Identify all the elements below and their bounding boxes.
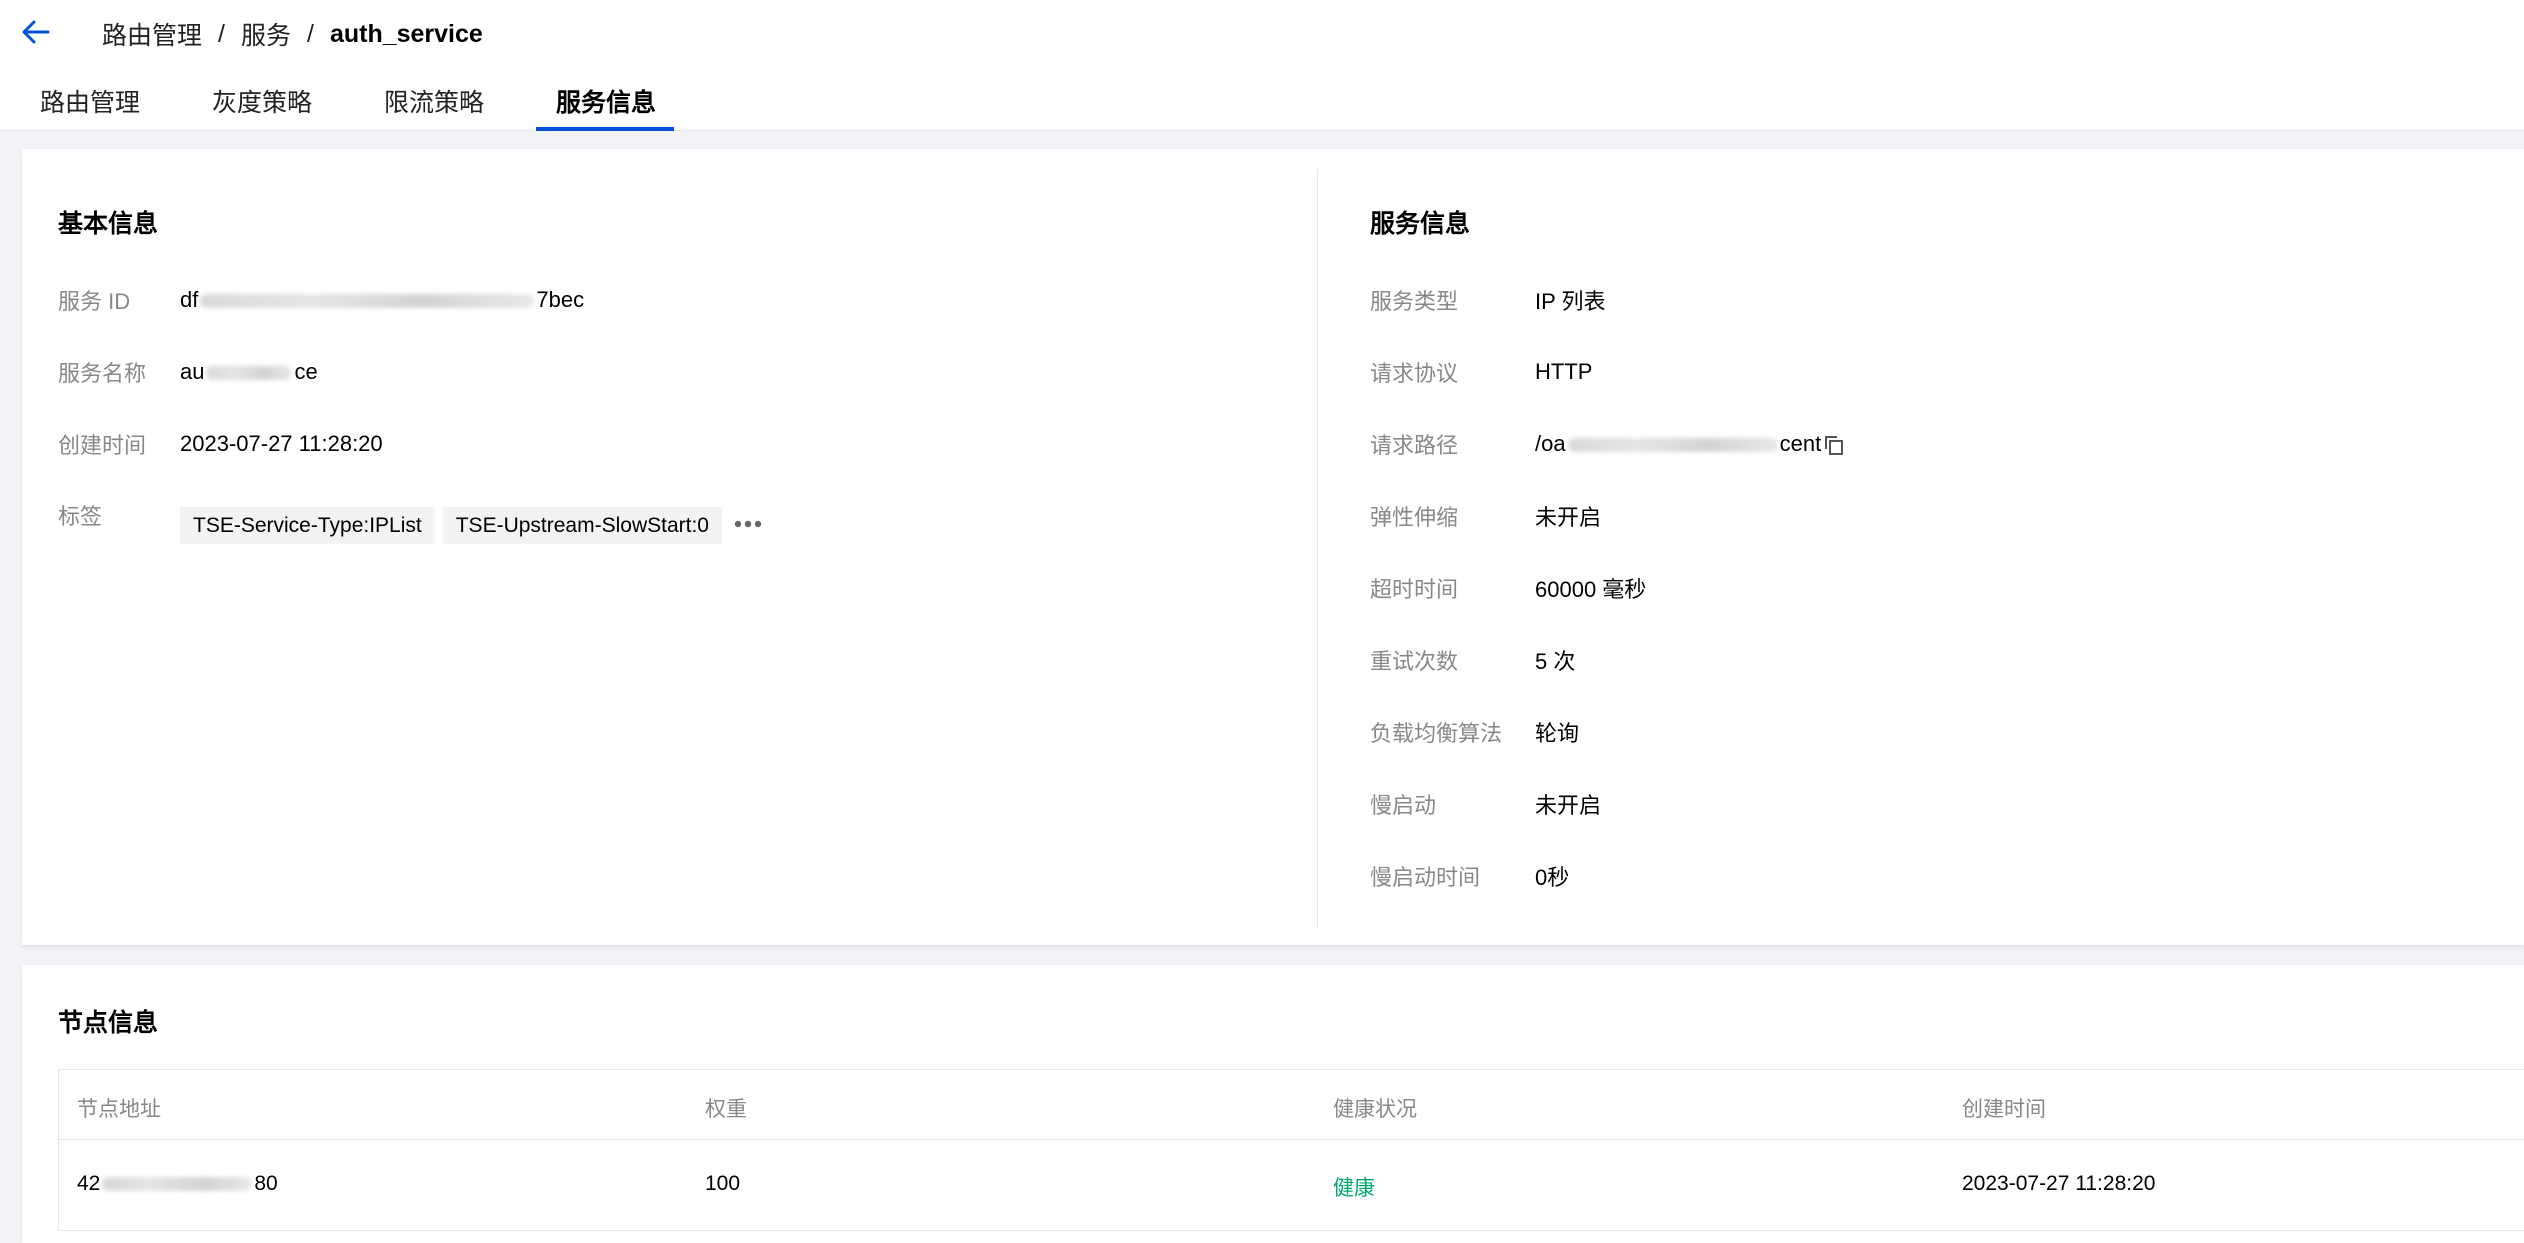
service-id-label: 服务 ID — [58, 289, 131, 314]
protocol-row: 请求协议 HTTP — [1370, 354, 1592, 390]
service-id-value: df 7bec — [180, 287, 585, 312]
slow-start-row: 慢启动 未开启 — [1370, 786, 1601, 822]
slow-start-time-value: 0秒 — [1535, 865, 1570, 890]
column-header-created: 创建时间 — [1962, 1098, 2046, 1121]
timeout-row: 超时时间 60000 毫秒 — [1370, 570, 1646, 606]
request-path-row: 请求路径 /oa cent — [1370, 426, 1844, 462]
retries-value: 5 次 — [1535, 649, 1576, 674]
tab-rate-limit[interactable]: 限流策略 — [384, 80, 484, 131]
slow-start-time-row: 慢启动时间 0秒 — [1370, 858, 1569, 894]
tab-canary-strategy[interactable]: 灰度策略 — [212, 80, 312, 131]
node-created-time: 2023-07-27 11:28:20 — [1962, 1172, 2156, 1195]
top-bar: 路由管理 / 服务 / auth_service 路由管理 灰度策略 限流策略 … — [0, 0, 2524, 131]
tag-item: TSE-Service-Type:IPList — [180, 507, 435, 544]
service-name-row: 服务名称 au ce — [58, 354, 318, 390]
node-address: 42 80 — [77, 1172, 278, 1195]
created-row: 创建时间 2023-07-27 11:28:20 — [58, 426, 383, 462]
service-name-label: 服务名称 — [58, 361, 147, 386]
info-card: 基本信息 服务 ID df 7bec 服务名称 au ce 创建时间 2023-07… — [22, 149, 2524, 945]
column-header-health: 健康状况 — [1333, 1098, 1417, 1121]
load-balance-row: 负载均衡算法 轮询 — [1370, 714, 1579, 750]
timeout-value: 60000 毫秒 — [1535, 577, 1647, 602]
slow-start-value: 未开启 — [1535, 793, 1602, 818]
nodes-title: 节点信息 — [58, 1009, 159, 1037]
basic-info-title: 基本信息 — [58, 210, 159, 238]
tags-list: TSE-Service-Type:IPList TSE-Upstream-Slow… — [180, 507, 766, 544]
column-divider — [1317, 169, 1318, 929]
tags-row: 标签 TSE-Service-Type:IPList TSE-Upstream-S… — [58, 497, 958, 544]
tag-item: TSE-Upstream-SlowStart:0 — [442, 507, 722, 544]
node-health-status: 健康 — [1333, 1177, 1375, 1200]
back-arrow-icon[interactable] — [18, 14, 54, 50]
retries-label: 重试次数 — [1370, 649, 1459, 674]
service-type-label: 服务类型 — [1370, 289, 1459, 314]
page-title: auth_service — [329, 19, 483, 48]
service-info-title: 服务信息 — [1370, 210, 1471, 238]
service-name-value: au ce — [180, 359, 318, 384]
service-type-value: IP 列表 — [1535, 289, 1606, 314]
tab-route-management[interactable]: 路由管理 — [40, 80, 140, 131]
slow-start-label: 慢启动 — [1370, 793, 1437, 818]
protocol-value: HTTP — [1535, 359, 1593, 384]
timeout-label: 超时时间 — [1370, 577, 1459, 602]
created-label: 创建时间 — [58, 433, 147, 458]
tab-bar: 路由管理 灰度策略 限流策略 服务信息 — [40, 80, 728, 131]
load-balance-value: 轮询 — [1535, 721, 1580, 746]
protocol-label: 请求协议 — [1370, 361, 1459, 386]
retries-row: 重试次数 5 次 — [1370, 642, 1575, 678]
tags-label: 标签 — [58, 504, 103, 529]
created-value: 2023-07-27 11:28:20 — [180, 431, 383, 456]
autoscale-label: 弹性伸缩 — [1370, 505, 1459, 530]
slow-start-time-label: 慢启动时间 — [1370, 865, 1481, 890]
copy-icon[interactable] — [1823, 434, 1845, 456]
nodes-table: 节点地址 权重 健康状况 创建时间 42 80 100 健康 2023-07-27… — [58, 1069, 2524, 1231]
service-id-row: 服务 ID df 7bec — [58, 282, 584, 318]
node-weight: 100 — [705, 1172, 741, 1195]
column-header-address: 节点地址 — [77, 1098, 161, 1121]
request-path-label: 请求路径 — [1370, 433, 1459, 458]
more-icon[interactable] — [730, 507, 766, 544]
request-path-value: /oa cent — [1535, 431, 1845, 457]
nodes-card: 节点信息 节点地址 权重 健康状况 创建时间 42 80 100 健康 2023-… — [22, 965, 2524, 1243]
autoscale-value: 未开启 — [1535, 505, 1602, 530]
column-header-weight: 权重 — [705, 1098, 747, 1121]
table-header: 节点地址 权重 健康状况 创建时间 — [59, 1070, 2524, 1140]
load-balance-label: 负载均衡算法 — [1370, 721, 1503, 746]
breadcrumb-separator: / — [306, 19, 314, 48]
breadcrumb: 路由管理 / 服务 / auth_service — [102, 16, 483, 52]
breadcrumb-route-management[interactable]: 路由管理 — [102, 16, 202, 52]
table-row: 42 80 100 健康 2023-07-27 11:28:20 — [59, 1141, 2524, 1231]
breadcrumb-service[interactable]: 服务 — [241, 16, 291, 52]
tab-service-info[interactable]: 服务信息 — [536, 80, 675, 131]
service-type-row: 服务类型 IP 列表 — [1370, 282, 1606, 318]
breadcrumb-separator: / — [218, 19, 225, 48]
autoscale-row: 弹性伸缩 未开启 — [1370, 498, 1601, 534]
